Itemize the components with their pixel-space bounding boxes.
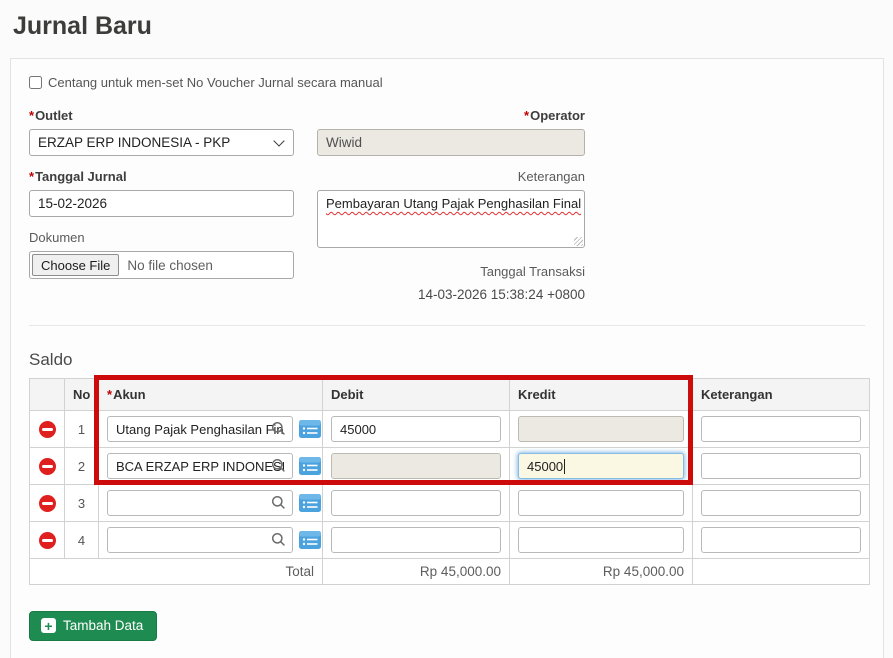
keterangan-input[interactable] bbox=[701, 453, 861, 479]
text-caret bbox=[564, 459, 565, 474]
manual-voucher-checkbox[interactable] bbox=[29, 76, 42, 89]
remove-row-icon[interactable] bbox=[39, 532, 56, 549]
tanggal-transaksi-value: 14-03-2026 15:38:24 +0800 bbox=[317, 287, 585, 302]
table-row: 1 bbox=[30, 411, 870, 448]
akun-input[interactable] bbox=[107, 416, 293, 442]
file-status-text: No file chosen bbox=[127, 258, 213, 273]
tambah-data-label: Tambah Data bbox=[63, 618, 143, 633]
kredit-input[interactable]: 45000 bbox=[518, 453, 684, 479]
account-list-icon[interactable] bbox=[298, 493, 322, 514]
keterangan-input[interactable] bbox=[701, 490, 861, 516]
kredit-value: 45000 bbox=[527, 459, 563, 474]
table-row: 4 bbox=[30, 522, 870, 559]
search-icon[interactable] bbox=[271, 421, 286, 436]
account-list-icon[interactable] bbox=[298, 530, 322, 551]
remove-row-icon[interactable] bbox=[39, 458, 56, 475]
account-list-icon[interactable] bbox=[298, 456, 322, 477]
total-keterangan bbox=[693, 559, 870, 585]
row-number: 4 bbox=[65, 522, 99, 559]
tambah-data-button[interactable]: + Tambah Data bbox=[29, 611, 157, 641]
kredit-input[interactable] bbox=[518, 490, 684, 516]
table-row: 2 45000 bbox=[30, 448, 870, 485]
keterangan-column-header: Keterangan bbox=[693, 379, 870, 411]
dokumen-file-input[interactable]: Choose File No file chosen bbox=[29, 251, 294, 279]
total-debit: Rp 45,000.00 bbox=[323, 559, 510, 585]
search-icon[interactable] bbox=[271, 458, 286, 473]
operator-input bbox=[317, 129, 585, 156]
debit-input bbox=[331, 453, 501, 479]
akun-input[interactable] bbox=[107, 527, 293, 553]
journal-form-panel: Centang untuk men-set No Voucher Jurnal … bbox=[10, 58, 884, 658]
row-number: 1 bbox=[65, 411, 99, 448]
table-header-row: No *Akun Debit Kredit Keterangan bbox=[30, 379, 870, 411]
keterangan-input[interactable] bbox=[701, 527, 861, 553]
table-row: 3 bbox=[30, 485, 870, 522]
keterangan-text: Pembayaran Utang Pajak Penghasilan Final bbox=[326, 196, 581, 211]
akun-column-header: *Akun bbox=[99, 379, 323, 411]
operator-label: *Operator bbox=[317, 108, 585, 123]
saldo-table: No *Akun Debit Kredit Keterangan 1 bbox=[29, 378, 870, 585]
manual-voucher-label: Centang untuk men-set No Voucher Jurnal … bbox=[48, 75, 383, 90]
plus-icon: + bbox=[41, 618, 56, 633]
total-kredit: Rp 45,000.00 bbox=[510, 559, 693, 585]
total-label: Total bbox=[30, 559, 323, 585]
chevron-down-icon bbox=[273, 135, 284, 146]
kredit-input bbox=[518, 416, 684, 442]
row-number: 2 bbox=[65, 448, 99, 485]
table-total-row: Total Rp 45,000.00 Rp 45,000.00 bbox=[30, 559, 870, 585]
debit-column-header: Debit bbox=[323, 379, 510, 411]
page-title: Jurnal Baru bbox=[13, 12, 152, 41]
kredit-input[interactable] bbox=[518, 527, 684, 553]
search-icon[interactable] bbox=[271, 495, 286, 510]
tanggal-transaksi-label: Tanggal Transaksi bbox=[317, 264, 585, 279]
keterangan-label: Keterangan bbox=[317, 169, 585, 184]
manual-voucher-row: Centang untuk men-set No Voucher Jurnal … bbox=[29, 75, 865, 90]
debit-input[interactable] bbox=[331, 490, 501, 516]
keterangan-textarea[interactable]: Pembayaran Utang Pajak Penghasilan Final bbox=[317, 190, 585, 248]
search-icon[interactable] bbox=[271, 532, 286, 547]
section-divider bbox=[29, 325, 865, 326]
debit-input[interactable] bbox=[331, 527, 501, 553]
remove-row-icon[interactable] bbox=[39, 495, 56, 512]
tanggal-jurnal-label: *Tanggal Jurnal bbox=[29, 169, 294, 184]
account-list-icon[interactable] bbox=[298, 419, 322, 440]
dokumen-label: Dokumen bbox=[29, 230, 294, 245]
akun-input[interactable] bbox=[107, 490, 293, 516]
remove-row-icon[interactable] bbox=[39, 421, 56, 438]
choose-file-button[interactable]: Choose File bbox=[32, 254, 119, 276]
debit-input[interactable] bbox=[331, 416, 501, 442]
outlet-selected-value: ERZAP ERP INDONESIA - PKP bbox=[38, 135, 269, 150]
no-column-header: No bbox=[65, 379, 99, 411]
resize-grip-icon[interactable] bbox=[574, 237, 583, 246]
akun-input[interactable] bbox=[107, 453, 293, 479]
kredit-column-header: Kredit bbox=[510, 379, 693, 411]
outlet-label: *Outlet bbox=[29, 108, 294, 123]
keterangan-input[interactable] bbox=[701, 416, 861, 442]
delete-column-header bbox=[30, 379, 65, 411]
row-number: 3 bbox=[65, 485, 99, 522]
outlet-select[interactable]: ERZAP ERP INDONESIA - PKP bbox=[29, 129, 294, 156]
saldo-heading: Saldo bbox=[29, 350, 865, 370]
tanggal-jurnal-input[interactable] bbox=[29, 190, 294, 217]
outlet-required-mark: * bbox=[29, 108, 34, 123]
